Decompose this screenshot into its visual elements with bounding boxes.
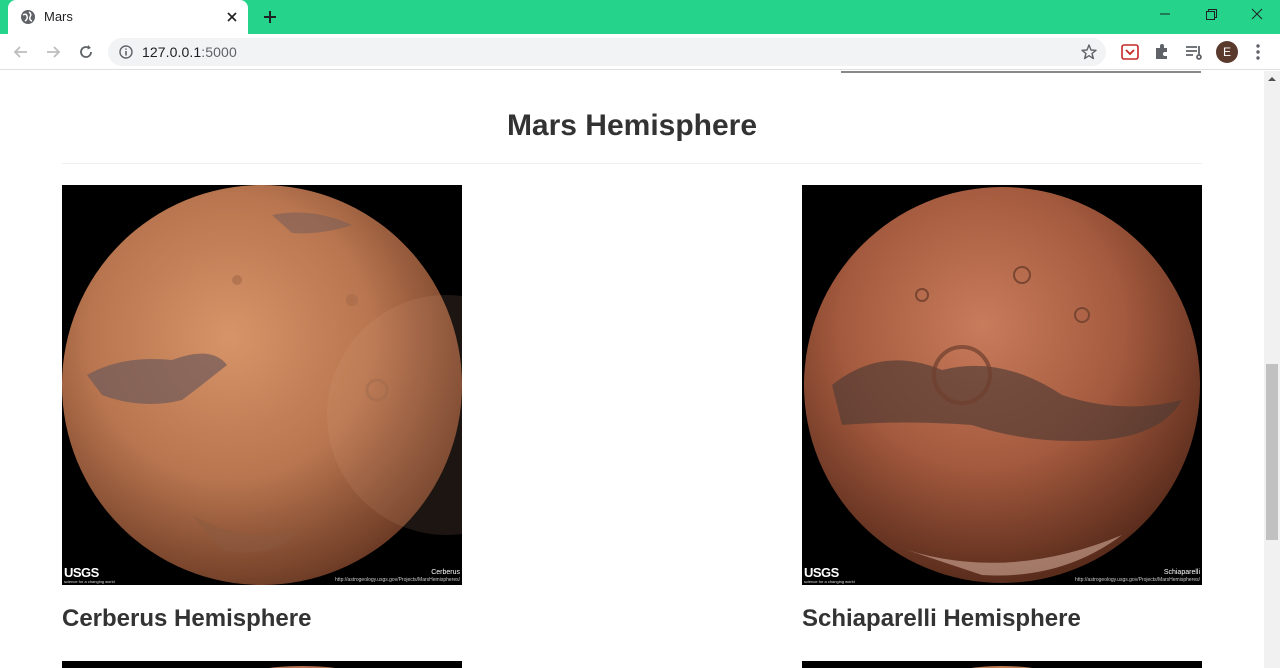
usgs-tagline: science for a changing world — [804, 579, 855, 584]
url-port: :5000 — [201, 44, 237, 60]
hemisphere-image-next — [802, 661, 1202, 668]
url-host: 127.0.0.1 — [142, 44, 202, 60]
hemisphere-image: USGS science for a changing world Schiap… — [802, 185, 1202, 585]
minimize-button[interactable] — [1142, 0, 1188, 32]
hemisphere-image: USGS science for a changing world Cerber… — [62, 185, 462, 585]
more-menu-icon[interactable] — [1250, 42, 1266, 62]
image-caption: Schiaparelli — [1163, 569, 1200, 576]
reload-icon — [80, 45, 92, 58]
bookmark-star-icon[interactable] — [1080, 43, 1098, 61]
extensions-puzzle-icon[interactable] — [1152, 42, 1172, 62]
hemisphere-card: USGS science for a changing world Cerber… — [62, 185, 462, 633]
image-source-url: http://astrogeology.usgs.gov/Projects/Ma… — [1075, 577, 1200, 583]
image-caption: Cerberus — [431, 569, 460, 576]
arrow-right-icon — [47, 46, 61, 58]
browser-toolbar: 127.0.0.1:5000 E — [0, 34, 1280, 70]
vertical-scrollbar[interactable] — [1264, 71, 1280, 668]
globe-icon — [21, 10, 35, 24]
page-viewport: Mars Hemisphere USGS science for a chang… — [0, 71, 1264, 668]
section-title: Mars Hemisphere — [506, 109, 758, 142]
mars-image-partial — [268, 666, 336, 668]
restore-icon — [1206, 9, 1217, 20]
close-tab-icon[interactable] — [224, 9, 240, 25]
scrollbar-thumb[interactable] — [1266, 364, 1278, 540]
reload-button[interactable] — [74, 40, 98, 64]
mars-image-partial — [971, 666, 1033, 668]
new-tab-icon[interactable] — [259, 6, 281, 28]
profile-avatar[interactable]: E — [1216, 41, 1238, 63]
divider — [841, 71, 1201, 73]
image-source-url: http://astrogeology.usgs.gov/Projects/Ma… — [335, 577, 460, 583]
pocket-extension-icon[interactable] — [1120, 42, 1140, 62]
minimize-icon — [1160, 13, 1170, 15]
arrow-left-icon — [13, 46, 27, 58]
url-text[interactable]: 127.0.0.1:5000 — [142, 44, 237, 60]
hemisphere-image-next — [62, 661, 462, 668]
reading-list-icon[interactable] — [1184, 42, 1204, 62]
browser-tab[interactable]: Mars — [8, 0, 248, 34]
usgs-tagline: science for a changing world — [64, 579, 115, 584]
back-button[interactable] — [9, 40, 33, 64]
tab-title: Mars — [44, 9, 73, 24]
restore-button[interactable] — [1188, 0, 1234, 32]
divider — [62, 163, 1202, 164]
usgs-logo: USGS — [804, 565, 839, 580]
mars-schiaparelli-image — [804, 187, 1200, 583]
hemisphere-title: Cerberus Hemisphere — [62, 605, 312, 632]
info-icon[interactable] — [119, 45, 133, 59]
usgs-logo: USGS — [64, 565, 99, 580]
close-icon — [1251, 8, 1263, 20]
tab-strip: Mars — [0, 0, 1280, 34]
hemisphere-title: Schiaparelli Hemisphere — [802, 605, 1081, 632]
close-window-button[interactable] — [1234, 0, 1280, 32]
hemisphere-card: USGS science for a changing world Schiap… — [802, 185, 1202, 633]
forward-button[interactable] — [41, 40, 65, 64]
address-bar[interactable]: 127.0.0.1:5000 — [108, 38, 1106, 66]
scroll-up-arrow-icon[interactable] — [1264, 71, 1280, 87]
mars-cerberus-image — [62, 185, 462, 585]
